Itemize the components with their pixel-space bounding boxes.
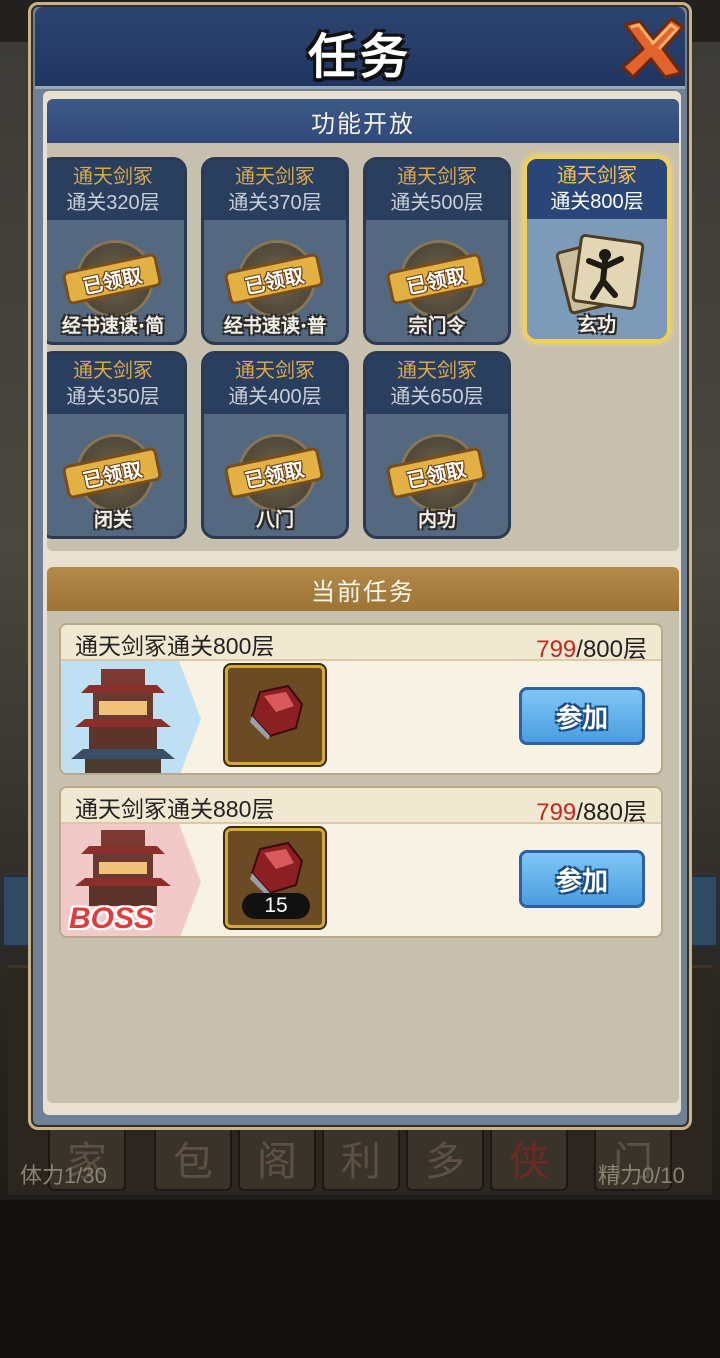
- side-tile-right: [688, 875, 718, 947]
- red-gem-icon: [250, 841, 304, 897]
- unlock-card[interactable]: 通天剑冢通关370层 已领取 经书速读·普: [201, 157, 349, 345]
- modal-header: 任务: [35, 7, 686, 89]
- card-floor-requirement: 通关370层: [228, 192, 322, 214]
- bottom-tab-pavilion[interactable]: 阁: [238, 1125, 316, 1191]
- task-progress-total: /800层: [576, 636, 647, 663]
- card-reward-image: 已领取 经书速读·普: [204, 220, 346, 342]
- card-floor-requirement: 通关500层: [390, 192, 484, 214]
- task-header: 通天剑冢通关800层 799/800层: [61, 625, 661, 664]
- card-reward-image: 已领取 经书速读·简: [47, 220, 184, 342]
- unlock-section-title: 功能开放: [47, 99, 679, 143]
- card-reward-image: 已领取 八门: [204, 414, 346, 536]
- card-stage-name: 通天剑冢: [557, 165, 637, 187]
- card-reward-label: 经书速读·普: [223, 315, 327, 337]
- task-progress-current: 799: [536, 799, 577, 826]
- close-button[interactable]: [615, 13, 689, 83]
- task-modal: 任务 功能开放 通天剑冢 通关320层 已领取 经书速读·简 通天剑冢 通关370层: [28, 2, 692, 1130]
- task-title: 通天剑冢通关800层: [75, 633, 275, 659]
- card-reward-image: 已领取 闭关: [47, 414, 184, 536]
- card-reward-label: 闭关: [93, 509, 132, 531]
- reward-quantity: 15: [242, 893, 310, 919]
- reward-item-slot[interactable]: 15: [225, 828, 325, 928]
- card-reward-label: 玄功: [577, 314, 616, 336]
- card-reward-image: 已领取 内功: [366, 414, 508, 536]
- card-reward-label: 内功: [417, 509, 456, 531]
- card-floor-requirement: 通关320层: [66, 192, 160, 214]
- current-task-title: 当前任务: [47, 567, 679, 611]
- join-button[interactable]: 参加: [519, 850, 645, 908]
- join-button[interactable]: 参加: [519, 687, 645, 745]
- card-floor-requirement: 通关400层: [228, 386, 322, 408]
- close-icon: [620, 17, 686, 80]
- task-row: 通天剑冢通关800层 799/800层 参加: [59, 623, 663, 775]
- unlock-card-current[interactable]: 通天剑冢通关800层 玄功: [523, 155, 671, 343]
- tower-thumbnail-icon: [61, 661, 201, 773]
- card-stage-name: 通天剑冢: [397, 166, 477, 188]
- current-task-section: 当前任务 通天剑冢通关800层 799/800层 参加 通天剑冢通关880层 7…: [47, 567, 679, 1103]
- card-stage-name: 通天剑冢: [73, 360, 153, 382]
- stamina-counter: 体力1/30: [20, 1163, 107, 1188]
- modal-body: 功能开放 通天剑冢 通关320层 已领取 经书速读·简 通天剑冢 通关370层 已领…: [43, 91, 681, 1115]
- unlock-section: 功能开放 通天剑冢 通关320层 已领取 经书速读·简 通天剑冢 通关370层 已领…: [47, 99, 679, 551]
- bottom-dark-area: [0, 1200, 720, 1358]
- martial-manual-icon: [555, 234, 645, 315]
- unlock-card[interactable]: 通天剑冢通关320层 已领取 经书速读·简: [47, 157, 187, 345]
- task-progress-total: /880层: [576, 799, 647, 826]
- unlock-card[interactable]: 通天剑冢通关350层 已领取 闭关: [47, 351, 187, 539]
- card-reward-label: 宗门令: [408, 315, 466, 337]
- energy-counter: 精力0/10: [598, 1163, 685, 1188]
- red-gem-icon: [250, 684, 304, 740]
- card-stage-name: 通天剑冢: [235, 360, 315, 382]
- card-reward-label: 经书速读·简: [61, 315, 165, 337]
- task-progress: 799/800层: [536, 629, 647, 664]
- boss-label: BOSS: [69, 902, 155, 935]
- card-reward-image: 已领取 宗门令: [366, 220, 508, 342]
- boss-tower-thumbnail: BOSS: [61, 824, 201, 936]
- unlock-card[interactable]: 通天剑冢通关500层 已领取 宗门令: [363, 157, 511, 345]
- card-floor-requirement: 通关350层: [66, 386, 160, 408]
- unlock-card[interactable]: 通天剑冢通关650层 已领取 内功: [363, 351, 511, 539]
- reward-item-slot[interactable]: [225, 665, 325, 765]
- card-reward-image: 玄功: [527, 219, 667, 339]
- bottom-tab-benefit[interactable]: 利: [322, 1125, 400, 1191]
- task-title: 通天剑冢通关880层: [75, 796, 275, 822]
- task-progress: 799/880层: [536, 792, 647, 827]
- card-stage-name: 通天剑冢: [235, 166, 315, 188]
- task-row: 通天剑冢通关880层 799/880层 BOSS 15 参加: [59, 786, 663, 938]
- card-stage-name: 通天剑冢: [73, 166, 153, 188]
- bottom-tab-more[interactable]: 多: [406, 1125, 484, 1191]
- bottom-tab-bag[interactable]: 包: [154, 1125, 232, 1191]
- task-header: 通天剑冢通关880层 799/880层: [61, 788, 661, 827]
- card-floor-requirement: 通关800层: [550, 191, 644, 213]
- card-reward-label: 八门: [255, 509, 294, 531]
- task-progress-current: 799: [536, 636, 577, 663]
- unlock-card[interactable]: 通天剑冢通关400层 已领取 八门: [201, 351, 349, 539]
- modal-title: 任务: [307, 29, 412, 85]
- card-stage-name: 通天剑冢: [397, 360, 477, 382]
- card-floor-requirement: 通关650层: [390, 386, 484, 408]
- bottom-tab-hero[interactable]: 侠: [490, 1125, 568, 1191]
